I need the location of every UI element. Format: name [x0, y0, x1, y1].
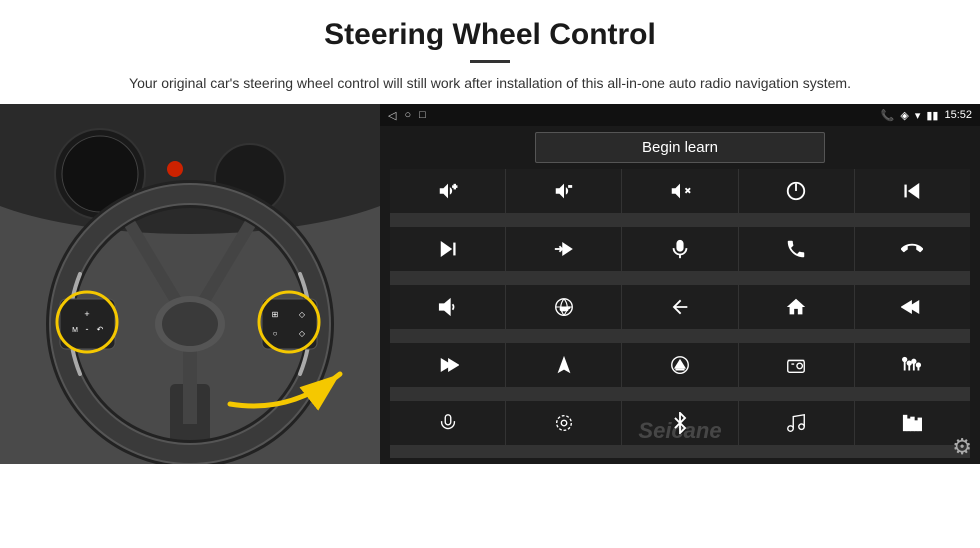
svg-text:-: -	[568, 181, 571, 191]
equalizer-button[interactable]	[855, 343, 970, 387]
time-display: 15:52	[944, 109, 972, 121]
svg-text:◇: ◇	[299, 310, 306, 319]
360-button[interactable]: 360°	[506, 285, 621, 329]
settings-gear-icon[interactable]: ⚙	[952, 434, 972, 460]
steering-wheel-image: + M - ↶ ⊞ ◇ ○ ◇	[0, 104, 380, 464]
fast-forward-button[interactable]	[506, 227, 621, 271]
skip-back-button[interactable]	[855, 285, 970, 329]
power-button[interactable]	[739, 169, 854, 213]
steering-wheel-svg: + M - ↶ ⊞ ◇ ○ ◇	[0, 104, 380, 464]
settings2-button[interactable]	[506, 401, 621, 445]
battery-status-icon: ▮▮	[926, 109, 938, 122]
bluetooth-button[interactable]	[622, 401, 737, 445]
phone-button[interactable]	[739, 227, 854, 271]
begin-learn-button[interactable]: Begin learn	[535, 132, 825, 163]
subtitle: Your original car's steering wheel contr…	[110, 73, 870, 94]
horn-button[interactable]	[390, 285, 505, 329]
svg-text:↶: ↶	[97, 325, 104, 334]
status-bar: ◁ ○ □ 📞 ◈ ▾ ▮▮ 15:52	[380, 104, 980, 126]
music-button[interactable]	[739, 401, 854, 445]
svg-text:○: ○	[273, 329, 278, 338]
control-icon-grid: + -	[390, 169, 970, 458]
svg-text:⊞: ⊞	[272, 310, 279, 319]
begin-learn-row: Begin learn	[380, 126, 980, 169]
navigate-button[interactable]	[506, 343, 621, 387]
radio-button[interactable]	[739, 343, 854, 387]
recents-nav-icon[interactable]: □	[419, 109, 426, 121]
header-section: Steering Wheel Control Your original car…	[0, 0, 980, 104]
mic2-button[interactable]	[390, 401, 505, 445]
title-divider	[470, 60, 510, 63]
mute-button[interactable]	[622, 169, 737, 213]
svg-text:◇: ◇	[299, 329, 306, 338]
prev-track-button[interactable]	[855, 169, 970, 213]
page-title: Steering Wheel Control	[60, 18, 920, 52]
svg-text:+: +	[452, 182, 456, 191]
device-screen: ◁ ○ □ 📞 ◈ ▾ ▮▮ 15:52 Begin learn	[380, 104, 980, 464]
back-nav-icon[interactable]: ◁	[388, 109, 396, 122]
wifi-status-icon: ▾	[915, 109, 921, 122]
page-container: Steering Wheel Control Your original car…	[0, 0, 980, 548]
svg-text:+: +	[84, 309, 89, 319]
svg-text:-: -	[86, 324, 89, 334]
back-button[interactable]	[622, 285, 737, 329]
mic-button[interactable]	[622, 227, 737, 271]
vol-down-button[interactable]: -	[506, 169, 621, 213]
svg-text:360°: 360°	[560, 307, 570, 312]
phone-status-icon: 📞	[881, 109, 895, 122]
eject-button[interactable]	[622, 343, 737, 387]
status-nav-icons: ◁ ○ □	[388, 109, 426, 122]
skip-forward-button[interactable]	[390, 343, 505, 387]
content-section: + M - ↶ ⊞ ◇ ○ ◇	[0, 104, 980, 548]
vol-up-button[interactable]: +	[390, 169, 505, 213]
svg-text:M: M	[72, 327, 78, 334]
next-track-button[interactable]	[390, 227, 505, 271]
home-button[interactable]	[739, 285, 854, 329]
home-nav-icon[interactable]: ○	[404, 109, 411, 121]
location-status-icon: ◈	[900, 109, 908, 122]
hang-up-button[interactable]	[855, 227, 970, 271]
status-info: 📞 ◈ ▾ ▮▮ 15:52	[881, 109, 972, 122]
